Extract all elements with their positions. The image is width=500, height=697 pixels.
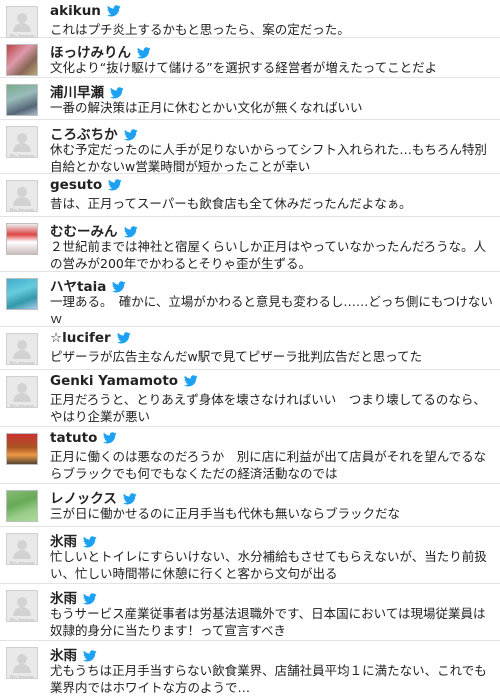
tweet-text: ピザーラが広告主なんだw駅で見てピザーラ批判広告だと思ってた [50,349,423,364]
twitter-bird-icon[interactable] [103,432,118,444]
twitter-bird-icon[interactable] [123,226,138,238]
tweet-item: 浦川早瀬 一番の解決策は正月に休むとかい文化が無くなればいい [0,78,500,120]
tweet-item: No Image ☆lucifer ピザーラが広告主なんだw駅で見てピザーラ批判… [0,327,500,370]
twitter-bird-icon[interactable] [116,332,131,344]
avatar[interactable] [6,84,38,116]
tweet-text: 昔は、正月ってスーパーも飲食店も全て休みだったんだよなぁ。 [50,196,412,211]
twitter-bird-icon[interactable] [184,375,198,387]
avatar[interactable]: No Image [6,647,38,679]
avatar-placeholder: No Image [7,334,37,364]
tweet-item: レノックス 三が日に働かせるのに正月手当も代休も無いならブラックだな [0,484,500,527]
avatar[interactable]: No Image [6,333,38,365]
tweet-text: もうサービス産業従事者は労基法退職外です、日本国においては現場従業員は奴隷的身分… [50,606,486,638]
tweet-item: tatuto 正月に働くのは悪なのだろうか 別に店に利益が出て店員がそれを望んで… [0,427,500,484]
tweet-item: No Image gesuto 昔は、正月ってスーパーも飲食店も全て休みだったん… [0,174,500,217]
twitter-bird-icon[interactable] [108,179,122,191]
tweet-item: No Image ころぶちか 休む予定だったのに人手が足りないからってシフト入れ… [0,120,500,174]
tweet-text: 一番の解決策は正月に休むとかい文化が無くなればいい [50,100,363,115]
twitter-bird-icon[interactable] [123,129,138,141]
avatar[interactable] [6,490,38,522]
tweet-text: 正月に働くのは悪なのだろうか 別に店に利益が出て店員がそれを望んでるならブラック… [50,449,487,481]
avatar[interactable] [6,278,38,310]
tweet-item: No Image 氷雨 尤もうちは正月手当すらない飲食業界、店舗社員平均１に満た… [0,641,500,697]
twitter-bird-icon[interactable] [112,281,127,293]
tweet-item: ハヤtaia 一理ある。 確かに、立場がかわると意見も変わるし……どっち側にもつ… [0,272,500,327]
tweet-item: むむーみん ２世紀前までは神社と宿屋くらいしか正月はやっていなかったんだろうな。… [0,217,500,272]
twitter-bird-icon[interactable] [122,493,137,505]
tweet-text: これはプチ炎上するかもと思ったら、案の定だった。 [50,22,350,37]
tweet-text: 一理ある。 確かに、立場がかわると意見も変わるし……どっち側にもつけないｗ [50,294,493,326]
tweet-item: No Image Genki Yamamoto 正月だろうと、とりあえず身体を壊… [0,370,500,427]
tweet-text: 忙しいとトイレにすらいけない、水分補給もさせてもらえないが、当たり前扱い、忙しい… [50,549,487,581]
twitter-bird-icon[interactable] [83,536,97,548]
avatar-placeholder: No Image [7,534,37,564]
tweet-text: 休む予定だったのに人手が足りないからってシフト入れられた…もちろん特別自給とかな… [50,142,487,174]
avatar[interactable]: No Image [6,6,38,38]
tweet-item: No Image 氷雨 もうサービス産業従事者は労基法退職外です、日本国において… [0,584,500,641]
tweet-text: 三が日に働かせるのに正月手当も代休も無いならブラックだな [50,506,401,521]
avatar-placeholder: No Image [7,127,37,157]
avatar-placeholder: No Image [7,181,37,211]
tweet-item: ほっけみりん 文化より“抜け駆けて儲ける”を選択する経営者が増えたってことだよ [0,38,500,78]
twitter-bird-icon[interactable] [137,47,151,59]
tweet-text: 文化より“抜け駆けて儲ける”を選択する経営者が増えたってことだよ [50,60,438,75]
twitter-bird-icon[interactable] [83,650,97,662]
tweet-item: No Image 氷雨 忙しいとトイレにすらいけない、水分補給もさせてもらえない… [0,527,500,584]
avatar[interactable]: No Image [6,376,38,408]
avatar[interactable]: No Image [6,180,38,212]
tweet-text: 尤もうちは正月手当すらない飲食業界、店舗社員平均１に満たない、これでも業界内では… [50,663,487,695]
avatar[interactable] [6,223,38,255]
avatar-placeholder: No Image [7,7,37,37]
avatar-placeholder: No Image [7,377,37,407]
username[interactable]: Genki Yamamoto [50,373,178,389]
avatar[interactable] [6,44,38,76]
avatar-placeholder: No Image [7,648,37,678]
tweet-item: No Image akikun これはプチ炎上するかもと思ったら、案の定だった。 [0,0,500,38]
username[interactable]: akikun [50,3,101,19]
avatar[interactable]: No Image [6,590,38,622]
avatar[interactable]: No Image [6,126,38,158]
tweet-text: 正月だろうと、とりあえず身体を壊さなければいい つまり壊してるのなら、やはり企業… [50,392,486,424]
twitter-bird-icon[interactable] [106,5,121,17]
username[interactable]: ☆lucifer [50,330,111,346]
username[interactable]: gesuto [50,177,102,193]
username[interactable]: tatuto [50,430,97,446]
avatar-placeholder: No Image [7,591,37,621]
tweet-text: ２世紀前までは神社と宿屋くらいしか正月はやっていなかったんだろうな。人の営みが2… [50,239,487,271]
twitter-bird-icon[interactable] [110,87,124,99]
avatar[interactable]: No Image [6,533,38,565]
avatar[interactable] [6,433,38,465]
twitter-bird-icon[interactable] [83,593,97,605]
